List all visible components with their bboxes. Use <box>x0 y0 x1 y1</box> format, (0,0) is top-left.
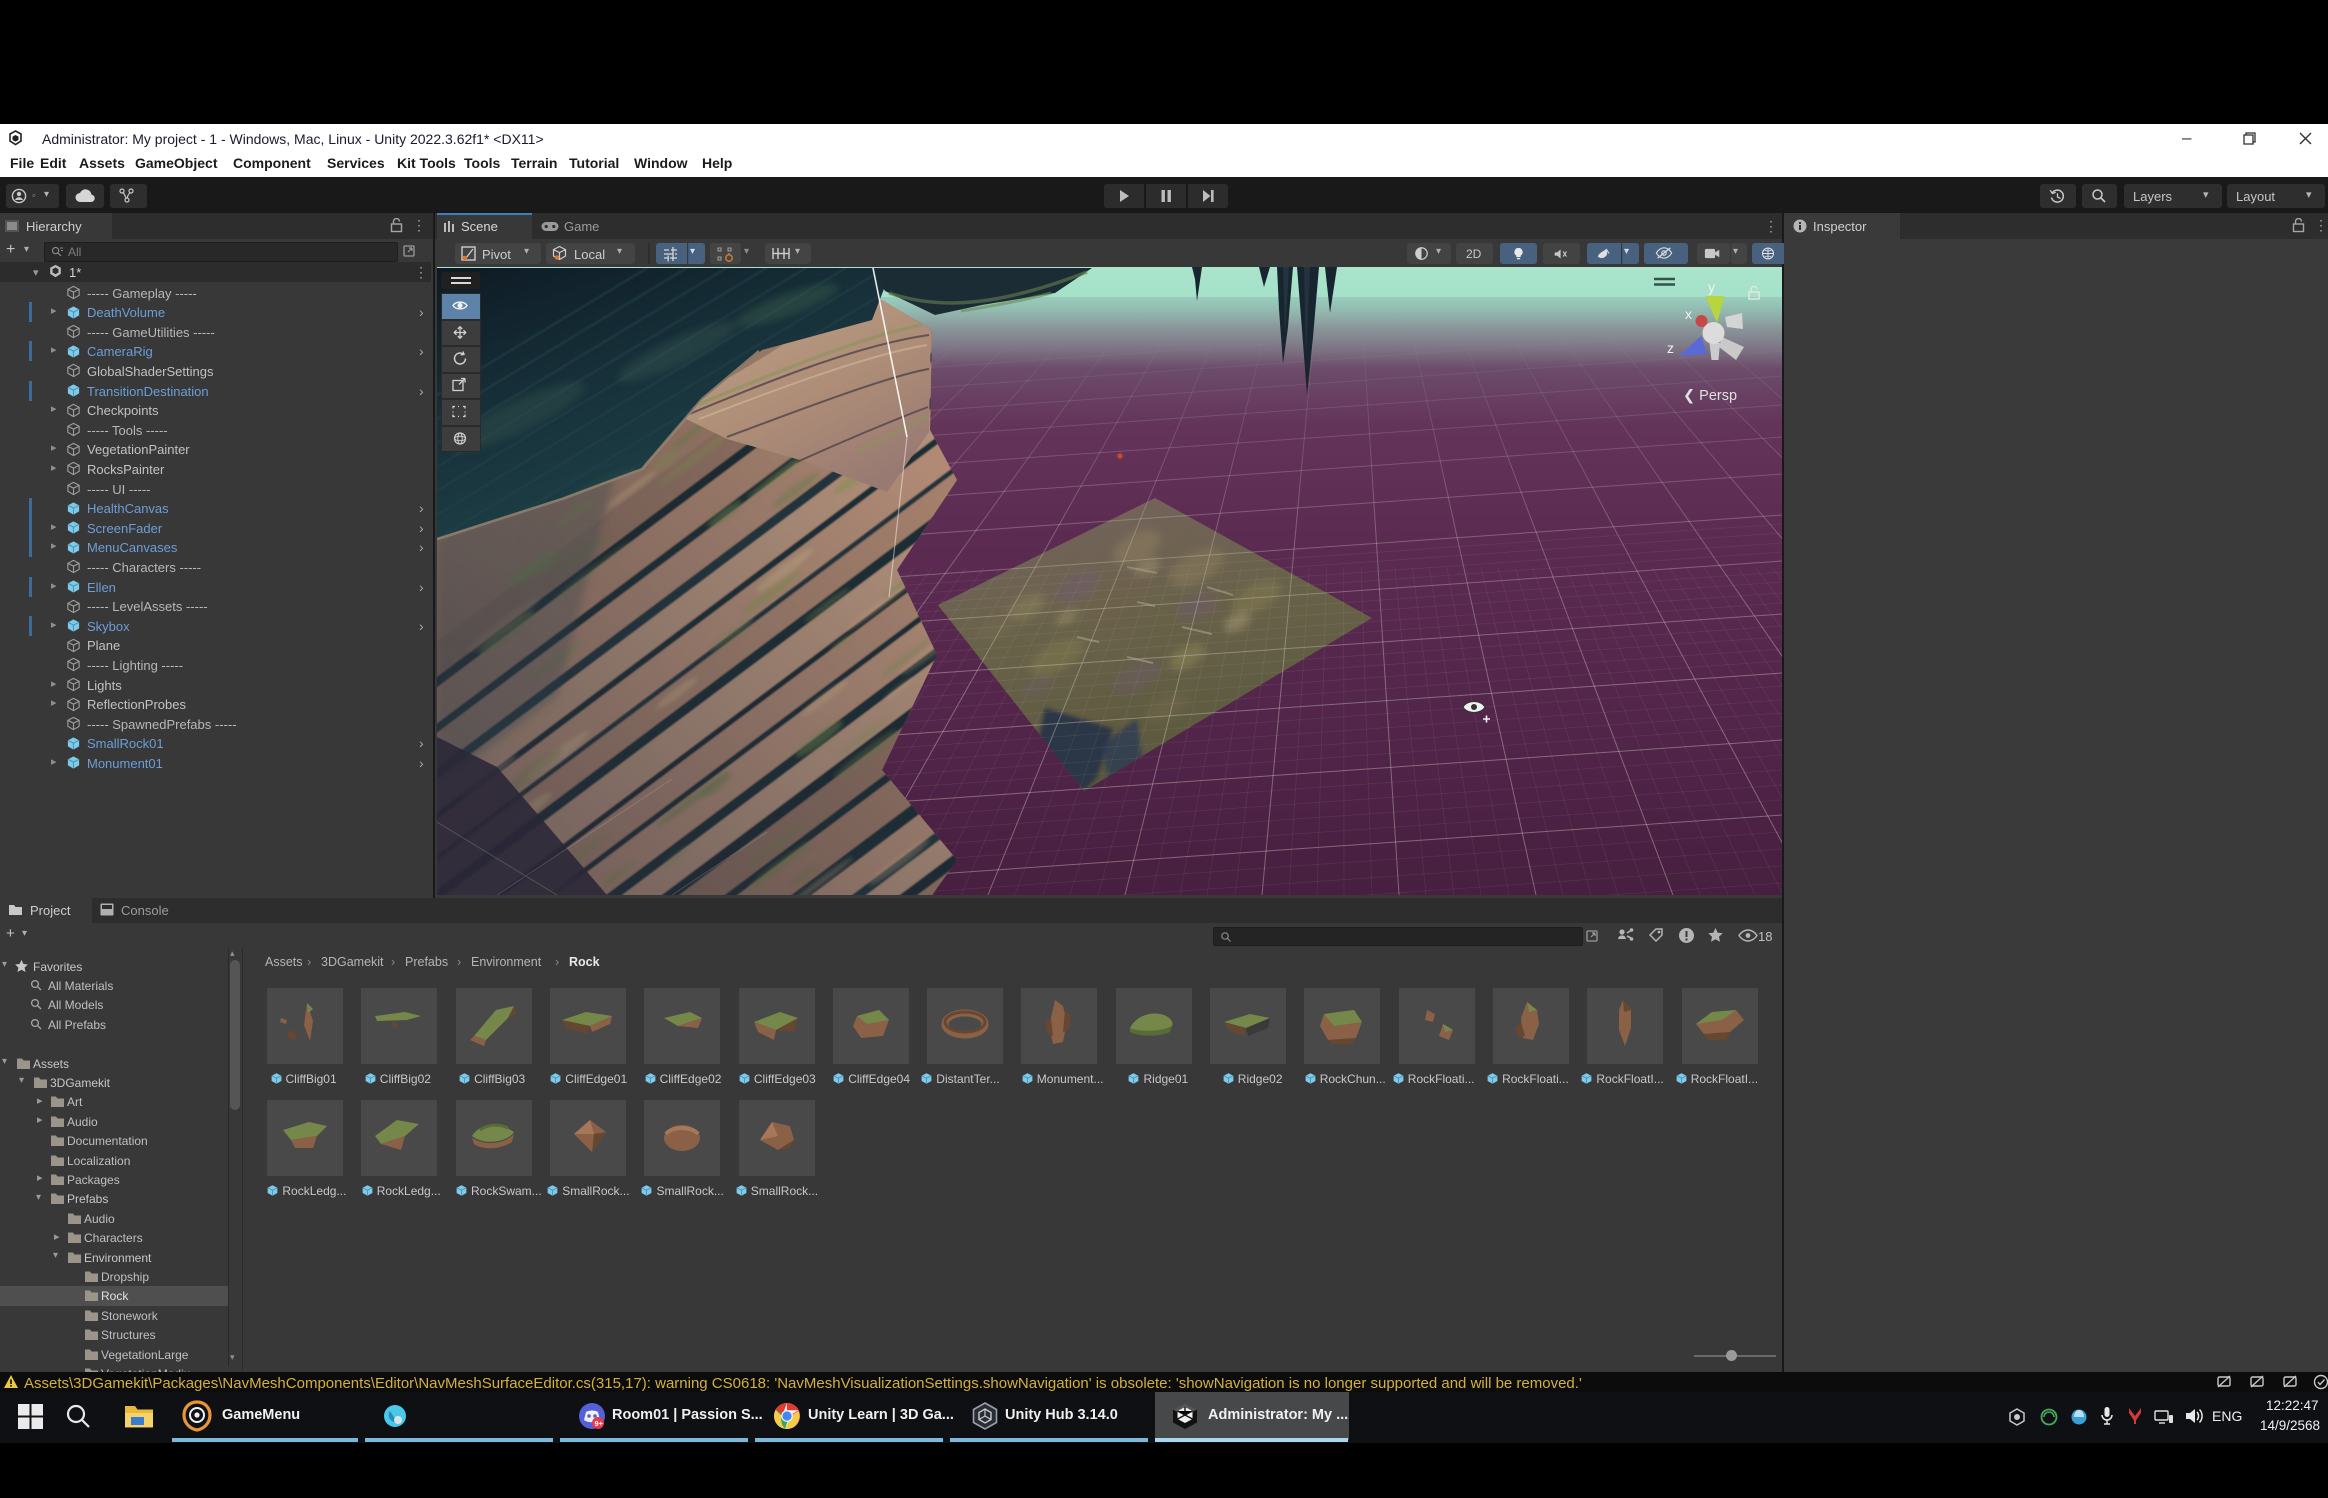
svg-text:z: z <box>1667 340 1674 356</box>
svg-text:❮ Persp: ❮ Persp <box>1683 388 1737 404</box>
svg-text:y: y <box>1708 279 1715 295</box>
svg-text:x: x <box>1685 306 1692 322</box>
svg-text:9+: 9+ <box>595 1419 604 1428</box>
